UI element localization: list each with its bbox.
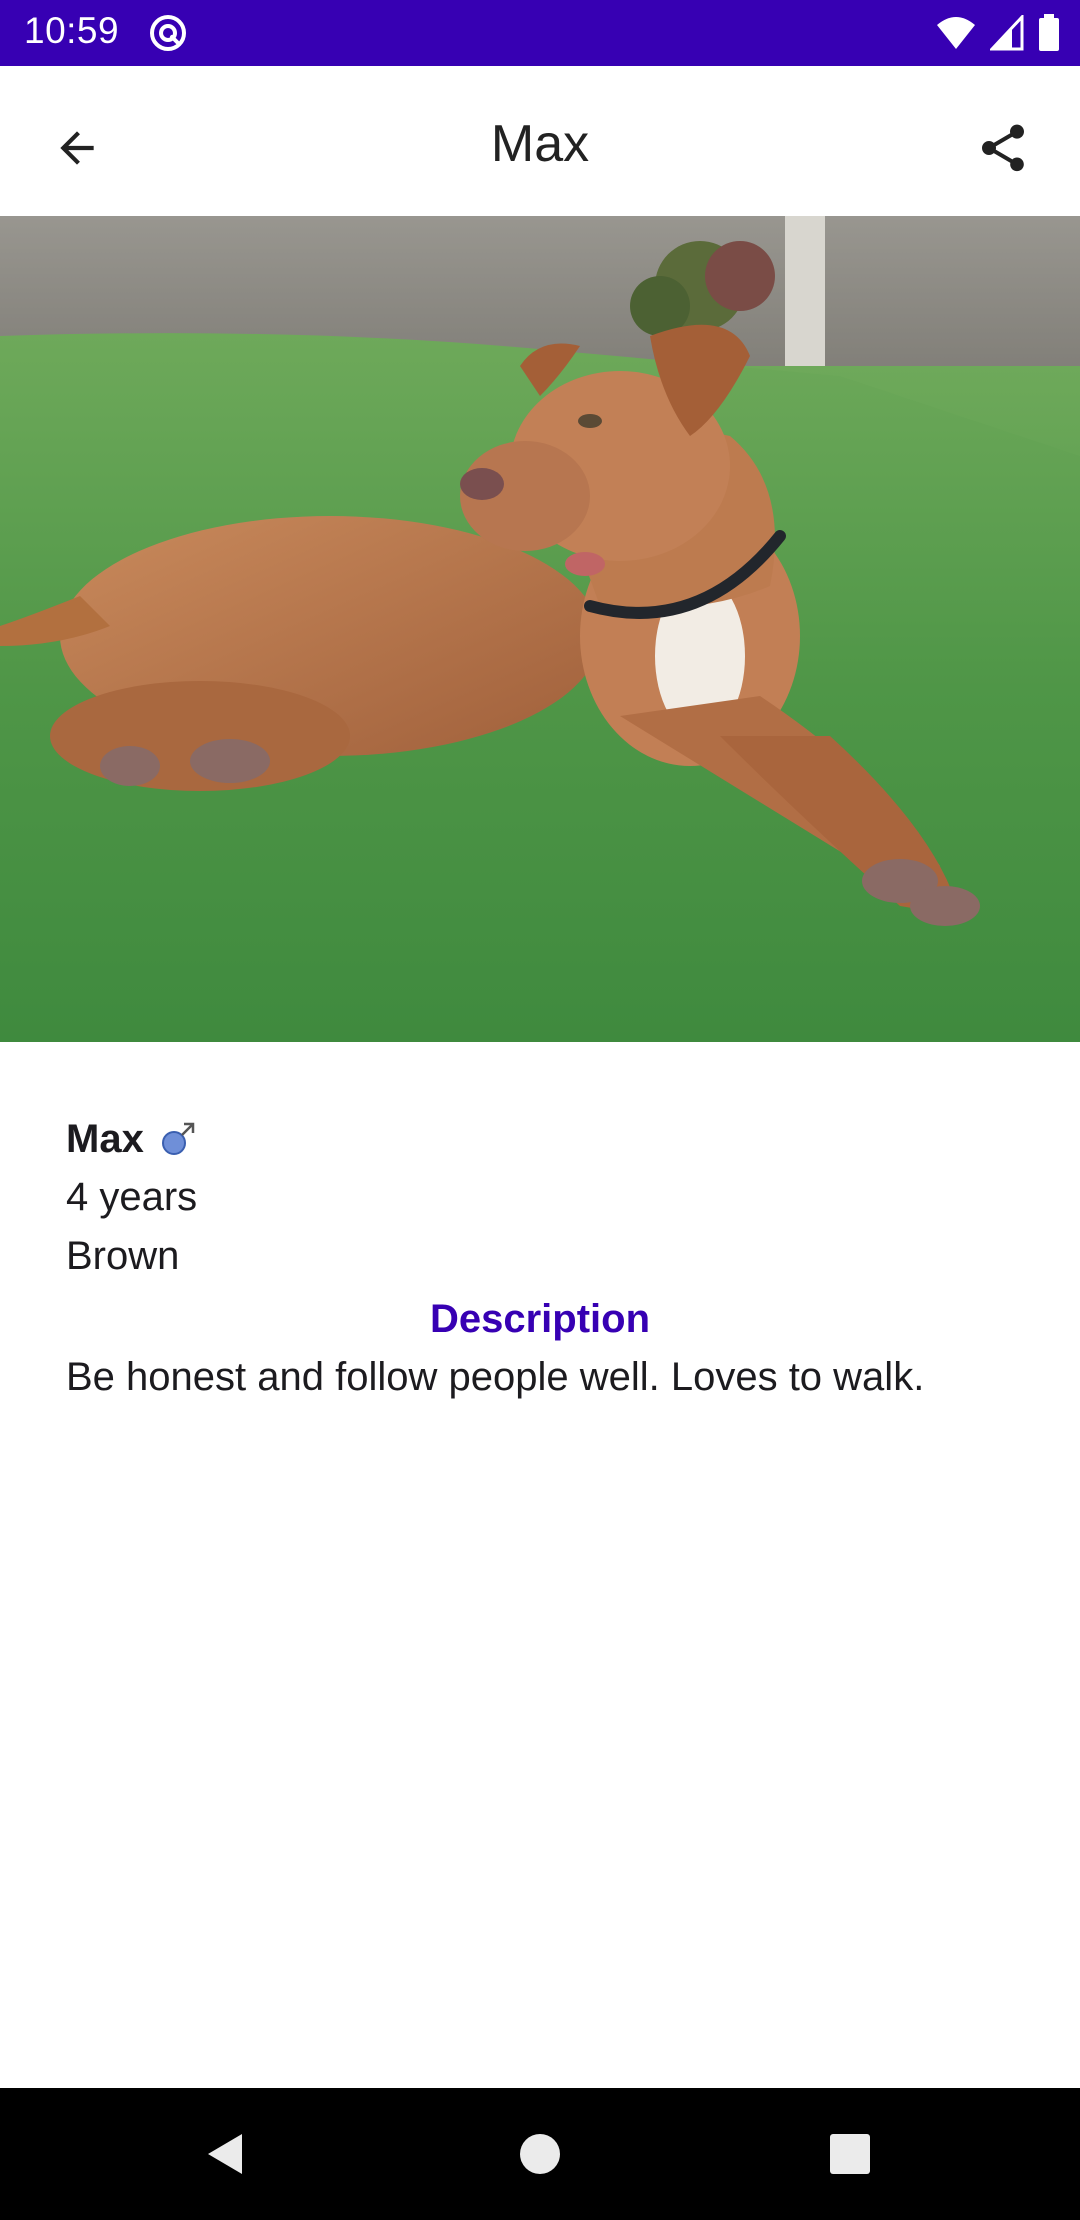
status-time: 10:59	[24, 10, 120, 51]
pet-color: Brown	[66, 1234, 180, 1278]
nav-back-icon[interactable]	[198, 2126, 254, 2182]
pet-detail-screen: 10:59 Max Max 4 years Brown Description …	[0, 0, 1080, 2220]
app-notification-icon	[150, 15, 186, 51]
battery-icon	[1039, 14, 1059, 51]
top-app-bar: Max	[0, 66, 1080, 216]
pet-name-row: Max	[66, 1110, 1026, 1168]
male-icon	[161, 1122, 195, 1155]
dog-photo	[0, 216, 1080, 1042]
status-bar: 10:59	[0, 0, 1080, 66]
share-icon	[982, 124, 1024, 172]
description-title: Description	[429, 1297, 651, 1341]
wifi-icon	[937, 17, 975, 49]
signal-icon	[990, 15, 1024, 51]
status-icons	[936, 14, 1060, 52]
pet-name: Max	[66, 1116, 144, 1161]
nav-recents-icon[interactable]	[822, 2126, 878, 2182]
share-button[interactable]	[966, 111, 1040, 185]
page-title: Max	[490, 115, 590, 173]
pet-details: Max 4 years Brown	[66, 1110, 1026, 1286]
system-nav-bar	[0, 2088, 1080, 2220]
pet-age: 4 years	[66, 1175, 198, 1219]
pet-photo	[0, 216, 1080, 1042]
nav-home-icon[interactable]	[512, 2126, 568, 2182]
description-text: Be honest and follow people well. Loves …	[66, 1355, 925, 1399]
